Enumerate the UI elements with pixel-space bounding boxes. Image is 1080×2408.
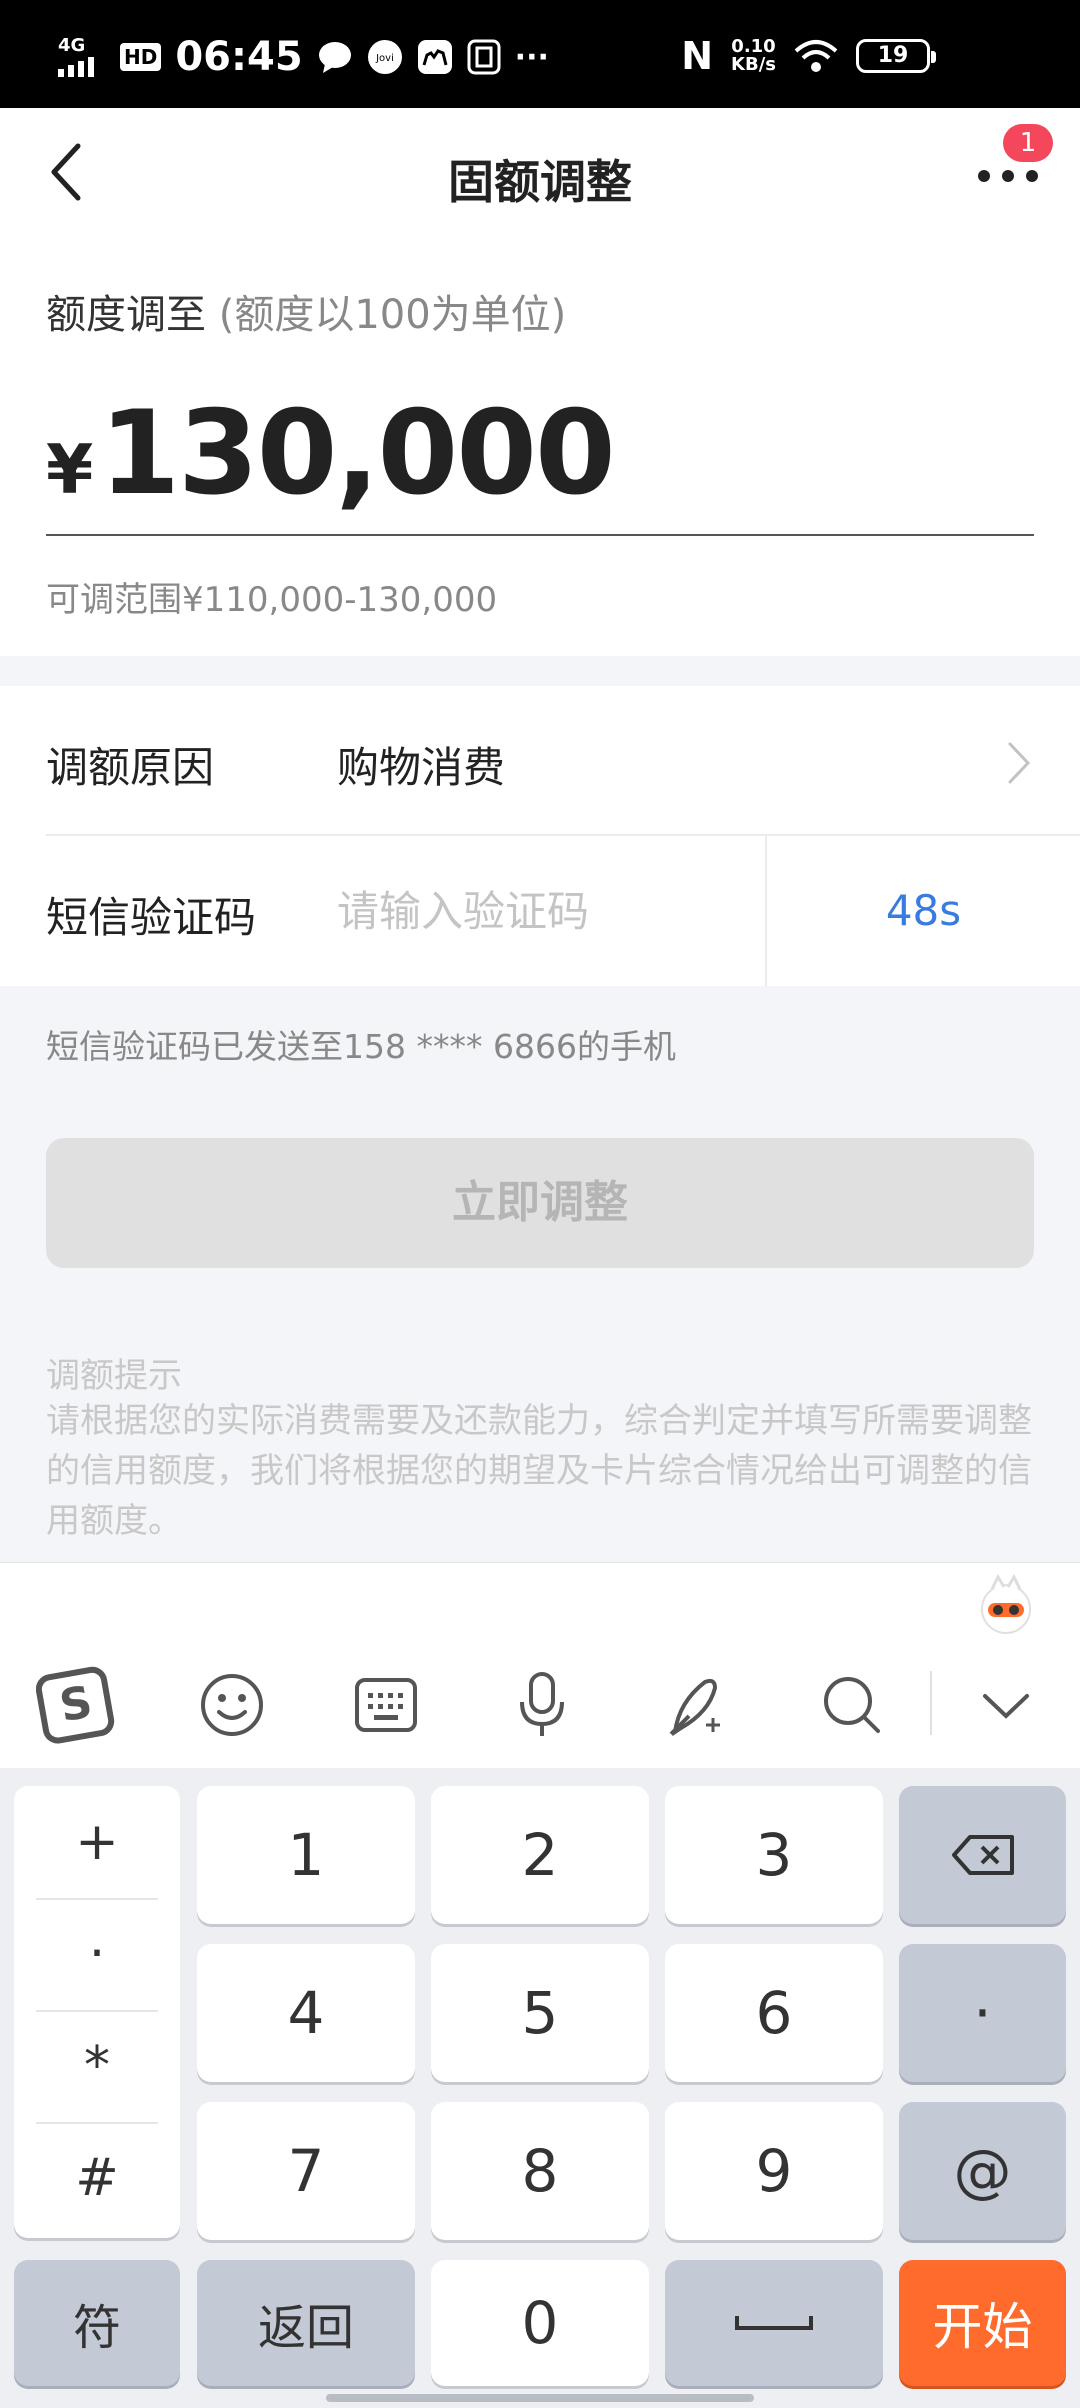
key-0[interactable]: 0 xyxy=(431,2260,649,2386)
key-1[interactable]: 1 xyxy=(197,1786,415,1924)
microphone-icon[interactable] xyxy=(500,1663,584,1747)
signal-indicator: 4G xyxy=(58,37,106,77)
more-options-icon[interactable] xyxy=(976,164,1040,188)
notification-badge: 1 xyxy=(1003,124,1053,162)
key-9[interactable]: 9 xyxy=(665,2102,883,2240)
amount-label-text: 额度调至 xyxy=(46,292,206,338)
key-6[interactable]: 6 xyxy=(665,1944,883,2082)
sogou-logo-icon[interactable]: S xyxy=(34,1663,118,1747)
amount-section: 额度调至 (额度以100为单位) ¥ 130,000 可调范围¥110,000-… xyxy=(0,236,1080,656)
symbol-key-dot[interactable]: · xyxy=(14,1898,180,2010)
page-title: 固额调整 xyxy=(448,155,632,209)
jovi-icon: Jovi xyxy=(367,40,402,74)
symbol-switch-key[interactable]: 符 xyxy=(14,2260,180,2386)
sms-code-input[interactable] xyxy=(337,876,737,946)
key-4[interactable]: 4 xyxy=(197,1944,415,2082)
section-gap xyxy=(0,656,1080,686)
tips-title: 调额提示 xyxy=(46,1356,182,1396)
reason-value[interactable]: 购物消费 xyxy=(337,734,505,795)
amount-label: 额度调至 (额度以100为单位) xyxy=(46,282,566,340)
symbol-key-hash[interactable]: # xyxy=(14,2122,180,2234)
message-icon xyxy=(318,42,351,73)
amount-unit-hint: (额度以100为单位) xyxy=(218,292,567,338)
key-3[interactable]: 3 xyxy=(665,1786,883,1924)
keyboard-toolbar: S xyxy=(0,1562,1080,1768)
network-speed: 0.10 KB/s xyxy=(731,38,776,74)
network-type: 4G xyxy=(58,35,86,56)
amount-value[interactable]: 130,000 xyxy=(99,386,615,521)
more-notifications: ··· xyxy=(514,39,549,75)
adjustable-range: 可调范围¥110,000-130,000 xyxy=(46,580,498,620)
reason-label: 调额原因 xyxy=(46,743,215,792)
search-icon[interactable] xyxy=(810,1663,894,1747)
mascot-icon[interactable] xyxy=(978,1573,1034,1635)
app-notification-icon xyxy=(467,39,501,75)
return-key[interactable]: 返回 xyxy=(197,2260,415,2386)
dot-key[interactable]: · xyxy=(899,1944,1066,2082)
nav-header: 固额调整 1 xyxy=(0,108,1080,236)
camel-app-icon xyxy=(417,40,452,74)
keyboard-icon[interactable] xyxy=(344,1663,428,1747)
key-2[interactable]: 2 xyxy=(431,1786,649,1924)
svg-text:Jovi: Jovi xyxy=(375,53,394,64)
signal-icon xyxy=(58,57,94,77)
backspace-key[interactable] xyxy=(899,1786,1066,1924)
sms-label: 短信验证码 xyxy=(46,893,257,942)
symbol-key-plus[interactable]: + xyxy=(14,1786,180,1898)
symbol-column: + · * # xyxy=(14,1786,180,2238)
key-8[interactable]: 8 xyxy=(431,2102,649,2240)
status-bar: 4G HD 06:45 Jovi ··· N 0.10 KB/s 19 xyxy=(0,0,1080,108)
space-key[interactable] xyxy=(665,2260,883,2386)
emoji-icon[interactable] xyxy=(190,1663,274,1747)
status-left: 4G HD 06:45 Jovi ··· xyxy=(58,34,549,80)
start-key[interactable]: 开始 xyxy=(899,2260,1066,2386)
collapse-icon[interactable] xyxy=(964,1663,1048,1747)
status-right: N 0.10 KB/s 19 xyxy=(681,34,936,78)
sms-code-row: 短信验证码 48s xyxy=(0,836,1080,986)
chevron-right-icon xyxy=(1008,742,1031,784)
home-indicator[interactable] xyxy=(326,2394,754,2402)
symbol-key-star[interactable]: * xyxy=(14,2010,180,2122)
at-key[interactable]: @ xyxy=(899,2102,1066,2240)
nfc-icon: N xyxy=(681,34,714,78)
reason-row[interactable]: 调额原因 购物消费 xyxy=(0,686,1080,834)
amount-underline xyxy=(46,534,1034,536)
wifi-icon xyxy=(794,40,838,72)
content-area: 短信验证码已发送至158 **** 6866的手机 立即调整 调额提示 请根据您… xyxy=(0,986,1080,1562)
battery-icon: 19 xyxy=(856,39,936,73)
handwriting-icon[interactable] xyxy=(656,1663,740,1747)
currency-symbol: ¥ xyxy=(46,431,94,510)
key-5[interactable]: 5 xyxy=(431,1944,649,2082)
tips-text: 请根据您的实际消费需要及还款能力，综合判定并填写所需要调整的信用额度，我们将根据… xyxy=(46,1401,1032,1541)
svg-text:S: S xyxy=(56,1677,96,1733)
hd-icon: HD xyxy=(120,43,162,71)
adjust-now-button[interactable]: 立即调整 xyxy=(46,1138,1034,1268)
clock: 06:45 xyxy=(175,34,303,80)
amount-input[interactable]: ¥ 130,000 xyxy=(46,386,616,521)
toolbar-divider xyxy=(930,1671,932,1735)
space-icon xyxy=(735,2316,813,2330)
numeric-keypad: + · * # 1 2 3 4 5 6 · 7 8 9 @ 符 返回 0 开始 xyxy=(0,1768,1080,2408)
resend-countdown[interactable]: 48s xyxy=(767,886,1080,935)
backspace-icon xyxy=(951,1835,1014,1875)
sms-sent-note: 短信验证码已发送至158 **** 6866的手机 xyxy=(46,1027,676,1066)
key-7[interactable]: 7 xyxy=(197,2102,415,2240)
speed-unit: KB/s xyxy=(731,54,776,75)
